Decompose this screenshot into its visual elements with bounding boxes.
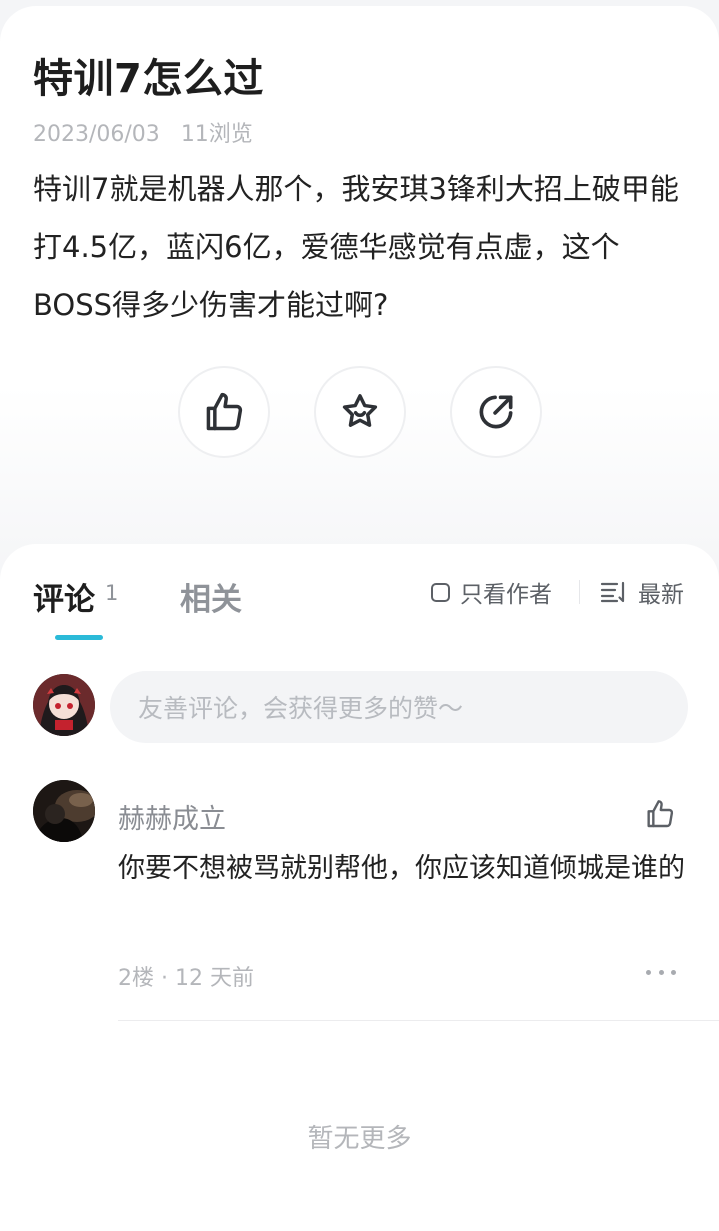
- active-tab-indicator: [55, 635, 103, 640]
- comment-item: 赫赫成立 你要不想被骂就别帮他，你应该知道倾城是谁的 2楼 · 12 天前: [0, 780, 719, 1021]
- post-meta: 2023/06/03 11浏览: [33, 116, 267, 148]
- thumbs-up-icon: [206, 392, 243, 431]
- post-date: 2023/06/03: [33, 122, 160, 147]
- comment-like-button[interactable]: [644, 798, 676, 834]
- commenter-name[interactable]: 赫赫成立: [118, 797, 226, 836]
- tab-comments[interactable]: 评论: [33, 574, 95, 619]
- comment-divider: [118, 1020, 719, 1021]
- author-only-label: 只看作者: [460, 582, 552, 608]
- thumbs-up-icon: [647, 800, 674, 828]
- comment-input-placeholder: 友善评论，会获得更多的赞～: [138, 694, 464, 723]
- comment-input[interactable]: 友善评论，会获得更多的赞～: [110, 671, 688, 743]
- filter-divider: [579, 580, 580, 604]
- star-icon: [342, 394, 378, 427]
- post-card: 特训7怎么过 2023/06/03 11浏览 特训7就是机器人那个，我安琪3锋利…: [0, 6, 719, 606]
- comment-meta: 2楼 · 12 天前: [118, 966, 254, 991]
- more-dot: [671, 969, 676, 975]
- tab-related[interactable]: 相关: [180, 574, 242, 619]
- sort-label: 最新: [638, 582, 684, 608]
- more-dot: [646, 969, 651, 975]
- more-dot: [658, 969, 664, 975]
- comment-text: 你要不想被骂就别帮他，你应该知道倾城是谁的: [118, 853, 685, 884]
- share-icon: [479, 395, 513, 429]
- sort-icon: [600, 581, 625, 603]
- commenter-avatar[interactable]: [33, 780, 95, 842]
- no-more-text: 暂无更多: [307, 1124, 412, 1154]
- author-only-toggle[interactable]: 只看作者: [431, 578, 552, 608]
- post-title: 特训7怎么过: [33, 56, 264, 102]
- share-button[interactable]: [450, 366, 542, 458]
- favorite-button[interactable]: [314, 366, 406, 458]
- post-body: 特训7就是机器人那个，我安琪3锋利大招上破甲能打4.5亿，蓝闪6亿，爱德华感觉有…: [33, 172, 679, 322]
- post-action-row: [0, 366, 719, 462]
- author-only-checkbox[interactable]: [431, 582, 450, 602]
- comments-panel: 评论 1 相关 只看作者 最新 友善评论，会获得更多的赞～ 赫赫成立 你要不想被…: [0, 544, 719, 1231]
- more-options-button[interactable]: [646, 964, 676, 980]
- comments-count: 1: [105, 581, 119, 605]
- sort-button[interactable]: 最新: [600, 578, 684, 608]
- post-views: 11浏览: [180, 122, 253, 147]
- like-button[interactable]: [178, 366, 270, 458]
- current-user-avatar: [33, 674, 95, 736]
